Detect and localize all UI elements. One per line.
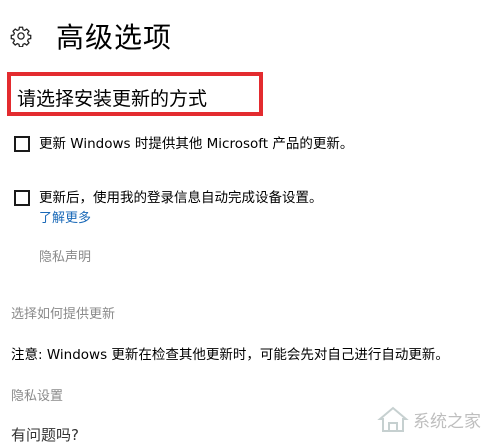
- option-auto-setup-label: 更新后，使用我的登录信息自动完成设备设置。: [39, 190, 323, 206]
- privacy-statement-link[interactable]: 隐私声明: [39, 246, 91, 265]
- gear-icon: [10, 25, 32, 48]
- option-other-products[interactable]: 更新 Windows 时提供其他 Microsoft 产品的更新。: [14, 135, 353, 153]
- checkbox-other-products[interactable]: [14, 136, 30, 152]
- choose-delivery-link[interactable]: 选择如何提供更新: [11, 303, 115, 322]
- page-title: 高级选项: [56, 21, 173, 54]
- privacy-settings-link[interactable]: 隐私设置: [11, 385, 63, 404]
- learn-more-link[interactable]: 了解更多: [39, 207, 91, 226]
- questions-heading: 有问题吗?: [11, 426, 79, 444]
- option-other-products-label: 更新 Windows 时提供其他 Microsoft 产品的更新。: [39, 136, 354, 152]
- watermark: 系统之家: [377, 404, 481, 434]
- checkbox-auto-setup[interactable]: [14, 190, 30, 206]
- section-heading: 请选择安装更新的方式: [17, 88, 208, 110]
- page-header: 高级选项: [10, 18, 172, 54]
- option-auto-setup[interactable]: 更新后，使用我的登录信息自动完成设备设置。: [14, 189, 323, 207]
- highlight-box: 请选择安装更新的方式: [7, 72, 263, 116]
- update-note: 注意: Windows 更新在检查其他更新时，可能会先对自己进行自动更新。: [11, 347, 449, 363]
- watermark-text: 系统之家: [413, 411, 481, 432]
- house-logo-icon: [377, 404, 409, 434]
